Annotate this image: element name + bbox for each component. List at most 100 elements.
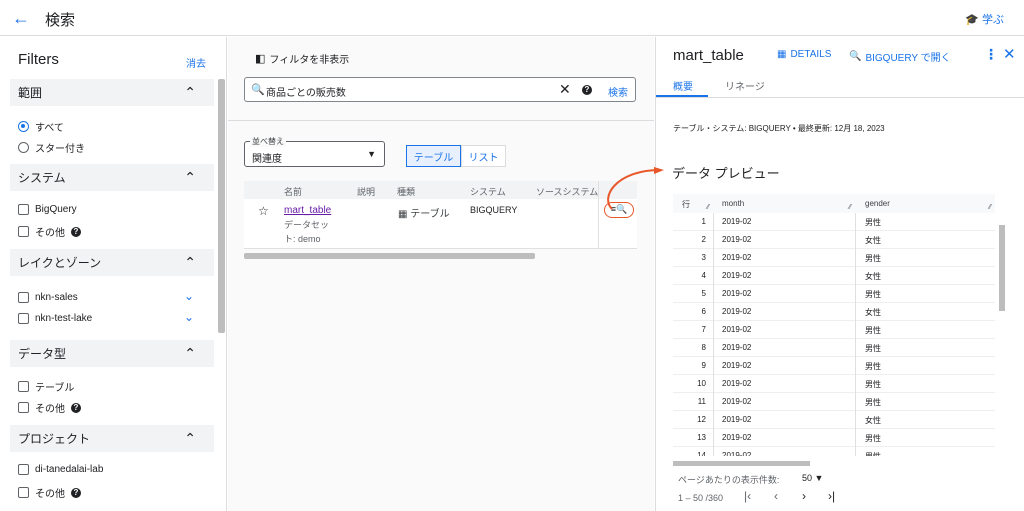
search-query[interactable]: 商品ごとの販売数 bbox=[266, 84, 346, 99]
dropdown-arrow-icon: ▼ bbox=[367, 149, 376, 159]
tab-overview[interactable]: 概要 bbox=[673, 78, 693, 93]
column-divider bbox=[855, 357, 856, 375]
checkbox[interactable] bbox=[18, 381, 29, 392]
datatype-section-header[interactable]: データ型 ⌃ bbox=[10, 340, 214, 367]
bigquery-icon: 🔍 bbox=[849, 51, 862, 62]
clear-icon[interactable]: ✕ bbox=[559, 81, 571, 98]
first-page-icon[interactable]: |‹ bbox=[744, 489, 751, 503]
sort-label: 並べ替え bbox=[250, 136, 286, 147]
view-table-button[interactable]: テーブル bbox=[406, 145, 461, 167]
details-button[interactable]: ▦ DETAILS bbox=[777, 49, 831, 60]
prev-page-icon[interactable]: ‹ bbox=[774, 489, 778, 503]
checkbox[interactable] bbox=[18, 204, 29, 215]
star-icon[interactable]: ☆ bbox=[258, 204, 269, 218]
table-row: 5 2019-02 男性 bbox=[673, 285, 995, 303]
col-name[interactable]: 名前 bbox=[284, 185, 302, 198]
column-divider bbox=[713, 231, 714, 249]
help-icon[interactable]: ? bbox=[71, 487, 81, 498]
tab-lineage[interactable]: リネージ bbox=[725, 78, 765, 93]
table-row: 1 2019-02 男性 bbox=[673, 213, 995, 231]
cell-gender: 男性 bbox=[865, 434, 881, 443]
scope-option-all[interactable]: すべて bbox=[18, 119, 64, 134]
scope-option-starred[interactable]: スター付き bbox=[18, 140, 85, 155]
radio[interactable] bbox=[18, 142, 29, 153]
project-section-header[interactable]: プロジェクト ⌃ bbox=[10, 425, 214, 452]
checkbox[interactable] bbox=[18, 464, 29, 475]
system-label: システム bbox=[18, 171, 66, 185]
filters-scrollbar[interactable] bbox=[218, 79, 225, 333]
checkbox[interactable] bbox=[18, 226, 29, 237]
expand-chevron-down-icon[interactable]: ⌄ bbox=[184, 289, 194, 303]
row-number: 7 bbox=[701, 325, 706, 334]
column-divider bbox=[855, 249, 856, 267]
help-icon[interactable]: ? bbox=[582, 85, 592, 95]
system-option-bigquery[interactable]: BigQuery bbox=[18, 204, 77, 215]
column-divider bbox=[855, 447, 856, 456]
datatype-option-table[interactable]: テーブル bbox=[18, 379, 74, 394]
resize-grip-icon[interactable]: ⁄⁄ bbox=[989, 204, 991, 211]
project-option-di-tanedalai-lab[interactable]: di-tanedalai-lab bbox=[18, 464, 103, 475]
open-bq-label: BIGQUERY で開く bbox=[865, 53, 951, 64]
close-icon[interactable]: ✕ bbox=[1003, 45, 1016, 63]
checkbox[interactable] bbox=[18, 292, 29, 303]
more-vert-icon[interactable]: ⋮ bbox=[984, 46, 998, 63]
column-divider bbox=[855, 321, 856, 339]
per-page-value: 50 bbox=[802, 473, 813, 483]
table-row[interactable]: ☆ mart_table データセッ ト: demo ▦ テーブル BIGQUE… bbox=[244, 181, 637, 249]
column-divider bbox=[855, 393, 856, 411]
chevron-up-icon: ⌃ bbox=[184, 345, 196, 361]
lake-option-nkn-test-lake[interactable]: nkn-test-lake bbox=[18, 313, 92, 324]
search-input[interactable]: 🔍 商品ごとの販売数 ✕ ? 検索 bbox=[244, 77, 636, 102]
row-number: 14 bbox=[697, 451, 706, 456]
expand-chevron-down-icon[interactable]: ⌄ bbox=[184, 310, 194, 324]
lake-option-nkn-sales[interactable]: nkn-sales bbox=[18, 292, 78, 303]
results-header: 名前 説明 種類 システム ソースシステム bbox=[244, 181, 637, 199]
resize-grip-icon[interactable]: ⁄⁄ bbox=[849, 204, 851, 211]
row-number: 3 bbox=[701, 253, 706, 262]
learn-link[interactable]: 🎓 学ぶ bbox=[965, 11, 1004, 27]
cell-gender: 女性 bbox=[865, 416, 881, 425]
column-divider bbox=[855, 231, 856, 249]
preview-button[interactable]: ≡🔍 bbox=[604, 202, 634, 218]
preview-horizontal-scrollbar[interactable] bbox=[673, 461, 810, 466]
col-type[interactable]: 種類 bbox=[397, 185, 415, 198]
help-icon[interactable]: ? bbox=[71, 402, 81, 413]
row-number: 9 bbox=[701, 361, 706, 370]
search-button[interactable]: 検索 bbox=[608, 84, 628, 99]
preview-search-icon: ≡🔍 bbox=[610, 204, 628, 214]
hide-filter-button[interactable]: ◧ フィルタを非表示 bbox=[255, 51, 349, 66]
col-system[interactable]: システム bbox=[470, 185, 506, 198]
chevron-up-icon: ⌃ bbox=[184, 169, 196, 185]
sort-select[interactable]: 並べ替え 関連度 ▼ bbox=[244, 136, 385, 167]
system-option-other[interactable]: その他 ? bbox=[18, 224, 81, 239]
back-arrow-icon[interactable]: ← bbox=[12, 8, 32, 28]
per-page-select[interactable]: 50 ▼ bbox=[802, 473, 823, 483]
column-divider bbox=[713, 411, 714, 429]
lakes-section-header[interactable]: レイクとゾーン ⌃ bbox=[10, 249, 214, 276]
lakes-label: レイクとゾーン bbox=[18, 256, 102, 270]
next-page-icon[interactable]: › bbox=[802, 489, 806, 503]
results-horizontal-scrollbar[interactable] bbox=[244, 253, 535, 259]
resize-grip-icon[interactable]: ⁄⁄ bbox=[707, 204, 709, 211]
datatype-option-other[interactable]: その他 ? bbox=[18, 400, 81, 415]
checkbox[interactable] bbox=[18, 313, 29, 324]
open-in-bigquery-button[interactable]: 🔍 BIGQUERY で開く bbox=[849, 49, 951, 64]
system-section-header[interactable]: システム ⌃ bbox=[10, 164, 214, 191]
result-name-link[interactable]: mart_table bbox=[284, 205, 331, 216]
checkbox[interactable] bbox=[18, 487, 29, 498]
last-page-icon[interactable]: ›| bbox=[828, 489, 835, 503]
view-list-button[interactable]: リスト bbox=[461, 145, 506, 167]
cell-month: 2019-02 bbox=[722, 271, 752, 280]
checkbox[interactable] bbox=[18, 402, 29, 413]
table-row: 10 2019-02 男性 bbox=[673, 375, 995, 393]
scope-section-header[interactable]: 範囲 ⌃ bbox=[10, 79, 214, 106]
col-description[interactable]: 説明 bbox=[357, 185, 375, 198]
column-divider bbox=[855, 411, 856, 429]
preview-vertical-scrollbar[interactable] bbox=[999, 225, 1005, 311]
help-icon[interactable]: ? bbox=[71, 226, 81, 237]
col-source-system[interactable]: ソースシステム bbox=[536, 185, 598, 198]
radio-selected[interactable] bbox=[18, 121, 29, 132]
clear-filters-button[interactable]: 消去 bbox=[186, 55, 206, 70]
project-option-other[interactable]: その他 ? bbox=[18, 485, 81, 500]
column-divider bbox=[713, 249, 714, 267]
